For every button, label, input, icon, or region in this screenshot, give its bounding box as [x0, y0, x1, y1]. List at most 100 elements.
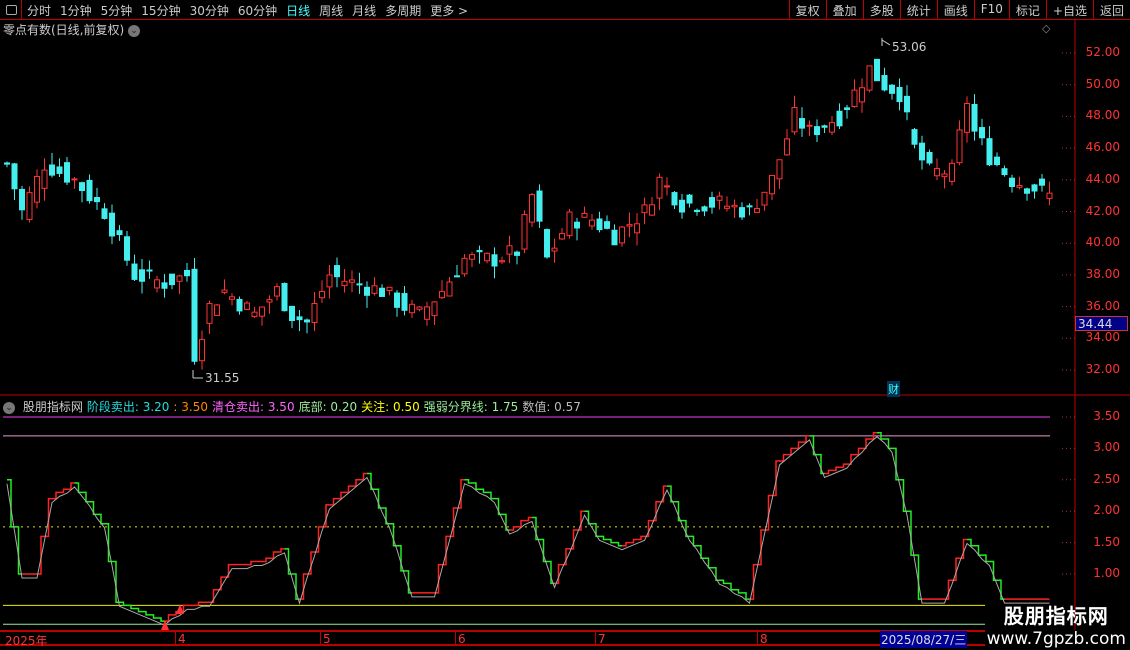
- indicator-value: 关注: 0.50: [361, 400, 420, 414]
- candle-up: [964, 102, 970, 133]
- candle-down: [611, 229, 618, 246]
- indicator-step: [757, 529, 765, 566]
- indicator-tick: 3.00: [1093, 440, 1120, 455]
- indicator-step: [577, 510, 585, 531]
- candle-down: [679, 199, 685, 213]
- candle-up: [251, 311, 258, 317]
- candle-up: [626, 224, 633, 227]
- current-price-label: 34.44: [1075, 316, 1128, 331]
- indicator-step: [457, 479, 465, 509]
- candle-down: [709, 197, 715, 208]
- indicator-value: 底部: 0.20: [298, 400, 358, 414]
- candle-down: [701, 206, 708, 212]
- candle-up: [244, 302, 250, 311]
- indicator-step: [659, 485, 667, 503]
- indicator-step: [149, 614, 157, 619]
- indicator-step: [502, 513, 510, 531]
- candle-down: [536, 190, 543, 222]
- candle-down: [191, 268, 198, 362]
- candle-down: [896, 86, 903, 103]
- candle-down: [881, 75, 888, 91]
- indicator-step: [367, 472, 375, 490]
- candle-up: [566, 211, 573, 237]
- candle-down: [184, 269, 190, 277]
- candle-down: [11, 163, 18, 190]
- candle-down: [874, 58, 880, 82]
- high-marker: [881, 39, 891, 46]
- candle-up: [349, 279, 355, 283]
- indicator-name[interactable]: 股朋指标网: [23, 400, 83, 414]
- candle-up: [469, 254, 475, 260]
- candle-up: [761, 191, 768, 206]
- indicator-step: [614, 541, 622, 547]
- candle-down: [739, 207, 745, 218]
- candle-down: [296, 316, 303, 321]
- time-tick: 2025年: [5, 634, 48, 648]
- candle-down: [574, 221, 580, 229]
- candle-up: [754, 207, 760, 213]
- candle-up: [649, 204, 655, 216]
- indicator-step: [284, 548, 292, 575]
- candle-up: [581, 212, 588, 218]
- indicator-value: 强弱分界线: 1.75: [423, 400, 519, 414]
- candle-down: [1024, 188, 1030, 194]
- indicator-value-line: [6, 436, 1050, 626]
- indicator-value: 阶段卖出: 3.20: [86, 400, 170, 414]
- candle-down: [169, 273, 175, 286]
- indicator-step: [554, 563, 562, 585]
- indicator-value: 数值: 0.57: [522, 400, 581, 414]
- indicator-step: [44, 497, 52, 538]
- watermark-url: www.7gpzb.com: [986, 629, 1126, 649]
- candle-down: [304, 319, 310, 323]
- candle-down: [904, 95, 910, 113]
- indicator-step: [719, 579, 727, 585]
- candle-up: [26, 192, 33, 221]
- kline-chart[interactable]: [0, 0, 1130, 650]
- candle-down: [814, 126, 820, 136]
- candle-up: [461, 257, 468, 275]
- indicator-step: [629, 538, 637, 544]
- indicator-step: [682, 519, 690, 538]
- candle-down: [836, 110, 843, 127]
- candle-down: [116, 230, 123, 236]
- indicator-step: [382, 507, 390, 525]
- price-tick: 52.00: [1085, 45, 1120, 59]
- candle-up: [656, 176, 663, 199]
- indicator-step: [157, 617, 165, 622]
- candle-down: [926, 152, 933, 164]
- indicator-step: [839, 463, 847, 468]
- candle-down: [986, 138, 993, 166]
- finance-badge[interactable]: 财: [887, 381, 900, 397]
- candle-up: [791, 107, 798, 133]
- indicator-step: [262, 557, 270, 563]
- indicator-step: [637, 535, 645, 541]
- candle-up: [551, 247, 558, 252]
- watermark-title: 股朋指标网: [1003, 604, 1109, 628]
- candle-down: [686, 194, 693, 204]
- candle-down: [124, 236, 130, 261]
- candle-down: [64, 162, 70, 183]
- indicator-step: [599, 535, 607, 541]
- chevron-down-icon[interactable]: ⌄: [3, 401, 15, 414]
- indicator-tick: 2.00: [1093, 503, 1120, 518]
- indicator-step: [7, 479, 15, 528]
- indicator-step: [914, 554, 922, 600]
- candle-up: [829, 122, 835, 133]
- candle-up: [416, 306, 423, 310]
- indicator-step: [509, 526, 517, 531]
- candle-up: [866, 65, 873, 91]
- indicator-step: [142, 610, 150, 616]
- indicator-step: [374, 488, 382, 509]
- candle-down: [911, 129, 918, 145]
- candle-down: [544, 229, 550, 258]
- candle-up: [634, 223, 640, 234]
- candle-up: [424, 306, 430, 320]
- candle-up: [784, 138, 790, 156]
- candle-down: [356, 283, 363, 286]
- candle-down: [491, 254, 498, 267]
- indicator-step: [292, 573, 300, 600]
- candle-down: [979, 127, 985, 139]
- indicator-step: [652, 501, 660, 522]
- indicator-step: [322, 504, 330, 528]
- candle-down: [94, 197, 100, 203]
